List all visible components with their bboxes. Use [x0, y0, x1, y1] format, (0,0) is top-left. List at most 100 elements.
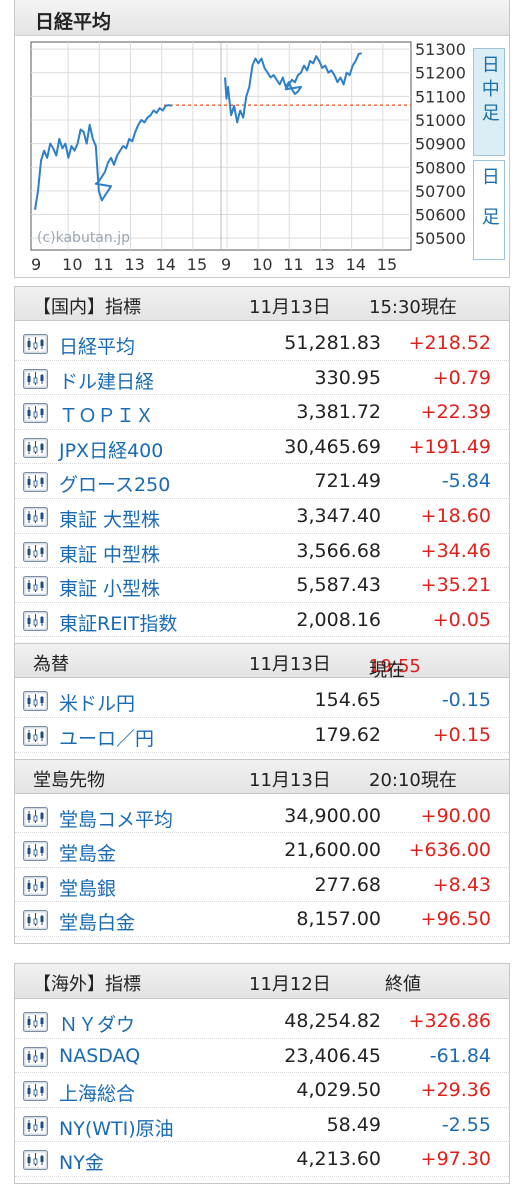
- table-row[interactable]: JPX日経400 30,465.69 +191.49: [15, 430, 509, 465]
- index-name-link[interactable]: 東証 小型株: [59, 574, 160, 601]
- y-tick-label: 50500: [415, 229, 466, 248]
- index-change: +97.30: [420, 1148, 491, 1171]
- overseas-header-time: 終値: [385, 974, 421, 995]
- index-value: 21,600.00: [284, 839, 381, 862]
- table-row[interactable]: 堂島白金 8,157.00 +96.50: [15, 902, 509, 937]
- index-name-link[interactable]: 東証 大型株: [59, 505, 160, 532]
- tab-daily[interactable]: 日足: [473, 160, 505, 260]
- tab-intraday-label: 日中足: [478, 55, 500, 127]
- intraday-chart[interactable]: 51300 51200 51100 51000 50900 50800 50700 50600…: [15, 36, 511, 278]
- index-name-link[interactable]: JPX日経400: [59, 436, 163, 463]
- index-change: -2.55: [441, 1113, 491, 1136]
- chart-icon[interactable]: [23, 725, 48, 746]
- chart-icon[interactable]: [23, 1046, 48, 1067]
- chart-icon[interactable]: [23, 472, 48, 493]
- index-name-link[interactable]: ＮＹダウ: [59, 1010, 135, 1037]
- index-change: -0.15: [441, 689, 491, 712]
- index-value: 58.49: [326, 1113, 381, 1136]
- table-row[interactable]: 日経平均 51,281.83 +218.52: [15, 326, 509, 361]
- chart-icon[interactable]: [23, 506, 48, 527]
- index-value: 721.49: [314, 470, 381, 493]
- x-tick-label: 13: [314, 255, 334, 274]
- index-value: 154.65: [314, 689, 381, 712]
- chart-icon[interactable]: [23, 437, 48, 458]
- index-name-link[interactable]: 堂島コメ平均: [59, 805, 173, 832]
- table-row[interactable]: 東証 中型株 3,566.68 +34.46: [15, 534, 509, 569]
- table-row[interactable]: ドル建日経 330.95 +0.79: [15, 361, 509, 396]
- index-change: +0.15: [432, 723, 491, 746]
- table-row[interactable]: 米ドル円 154.65 -0.15: [15, 683, 509, 718]
- fx-header-time-suffix: 現在: [369, 660, 405, 682]
- index-value: 3,566.68: [296, 539, 381, 562]
- index-name-link[interactable]: NY(WTI)原油: [59, 1114, 174, 1141]
- chart-icon[interactable]: [23, 841, 48, 862]
- chart-icon[interactable]: [23, 875, 48, 896]
- table-row[interactable]: NASDAQ 23,406.45 -61.84: [15, 1039, 509, 1074]
- chart-icon[interactable]: [23, 691, 48, 712]
- table-row[interactable]: 東証 大型株 3,347.40 +18.60: [15, 499, 509, 534]
- tab-daily-label: 日足: [478, 167, 500, 247]
- table-row[interactable]: 東証 小型株 5,587.43 +35.21: [15, 568, 509, 603]
- index-change: +35.21: [420, 574, 491, 597]
- chart-icon[interactable]: [23, 806, 48, 827]
- index-value: 277.68: [314, 873, 381, 896]
- index-name-link[interactable]: ユーロ／円: [59, 724, 154, 751]
- chart-icon[interactable]: [23, 541, 48, 562]
- chart-icon[interactable]: [23, 576, 48, 597]
- index-name-link[interactable]: 堂島白金: [59, 908, 135, 935]
- index-name-link[interactable]: ドル建日経: [59, 367, 154, 394]
- chart-icon[interactable]: [23, 1081, 48, 1102]
- index-name-link[interactable]: 上海総合: [59, 1079, 135, 1106]
- index-value: 8,157.00: [296, 908, 381, 931]
- table-row[interactable]: 堂島金 21,600.00 +636.00: [15, 833, 509, 868]
- tab-intraday[interactable]: 日中足: [473, 48, 505, 156]
- table-row[interactable]: 堂島コメ平均 34,900.00 +90.00: [15, 799, 509, 834]
- index-name-link[interactable]: 日経平均: [59, 332, 135, 359]
- fx-header-date: 11月13日: [249, 654, 331, 676]
- dojima-rows: 堂島コメ平均 34,900.00 +90.00 堂島金 21,600.00 +636.00…: [15, 794, 509, 943]
- chart-icon[interactable]: [23, 610, 48, 631]
- x-tick-label: 13: [124, 255, 144, 274]
- index-name-link[interactable]: NASDAQ: [59, 1045, 140, 1067]
- chart-icon[interactable]: [23, 1115, 48, 1136]
- table-row[interactable]: ＮＹダウ 48,254.82 +326.86: [15, 1004, 509, 1039]
- table-row[interactable]: NY金 4,213.60 +97.30: [15, 1142, 509, 1177]
- index-name-link[interactable]: ＴＯＰＩＸ: [59, 401, 154, 428]
- table-row[interactable]: グロース250 721.49 -5.84: [15, 464, 509, 499]
- index-name-link[interactable]: 堂島銀: [59, 874, 116, 901]
- table-row[interactable]: 堂島銀 277.68 +8.43: [15, 868, 509, 903]
- chart-icon[interactable]: [23, 1012, 48, 1032]
- table-row[interactable]: 東証REIT指数 2,008.16 +0.05: [15, 603, 509, 638]
- nikkei-chart-panel: 日経平均 51300 51200 51100 51000 50900 50800 50700…: [14, 0, 510, 278]
- overseas-header-date: 11月12日: [249, 974, 331, 995]
- table-row[interactable]: 上海総合 4,029.50 +29.36: [15, 1073, 509, 1108]
- x-tick-label: 14: [156, 255, 176, 274]
- chart-icon[interactable]: [23, 403, 48, 424]
- index-change: +636.00: [408, 839, 491, 862]
- chart-icon[interactable]: [23, 1150, 48, 1171]
- index-name-link[interactable]: 東証 中型株: [59, 540, 160, 567]
- index-change: +191.49: [408, 435, 491, 458]
- chart-icon[interactable]: [23, 334, 48, 354]
- x-tick-label: 10: [252, 255, 272, 274]
- index-value: 48,254.82: [284, 1010, 381, 1032]
- index-value: 330.95: [314, 366, 381, 389]
- x-tick-label: 11: [93, 255, 113, 274]
- dojima-header-name: 堂島先物: [33, 769, 105, 791]
- index-name-link[interactable]: 東証REIT指数: [59, 609, 177, 636]
- y-tick-label: 50600: [415, 206, 466, 225]
- x-tick-label: 15: [377, 255, 397, 274]
- index-name-link[interactable]: 堂島金: [59, 839, 116, 866]
- chart-icon[interactable]: [23, 368, 48, 389]
- index-name-link[interactable]: NY金: [59, 1148, 104, 1175]
- index-name-link[interactable]: 米ドル円: [59, 689, 135, 716]
- overseas-header: 【海外】指標 11月12日 終値: [15, 964, 509, 999]
- table-row[interactable]: ＴＯＰＩＸ 3,381.72 +22.39: [15, 395, 509, 430]
- index-value: 3,347.40: [296, 504, 381, 527]
- dojima-header-time: 20:10現在: [369, 769, 457, 791]
- chart-icon[interactable]: [23, 910, 48, 931]
- table-row[interactable]: NY(WTI)原油 58.49 -2.55: [15, 1108, 509, 1143]
- table-row[interactable]: ユーロ／円 179.62 +0.15: [15, 718, 509, 753]
- index-name-link[interactable]: グロース250: [59, 470, 170, 497]
- y-tick-label: 51000: [415, 111, 466, 130]
